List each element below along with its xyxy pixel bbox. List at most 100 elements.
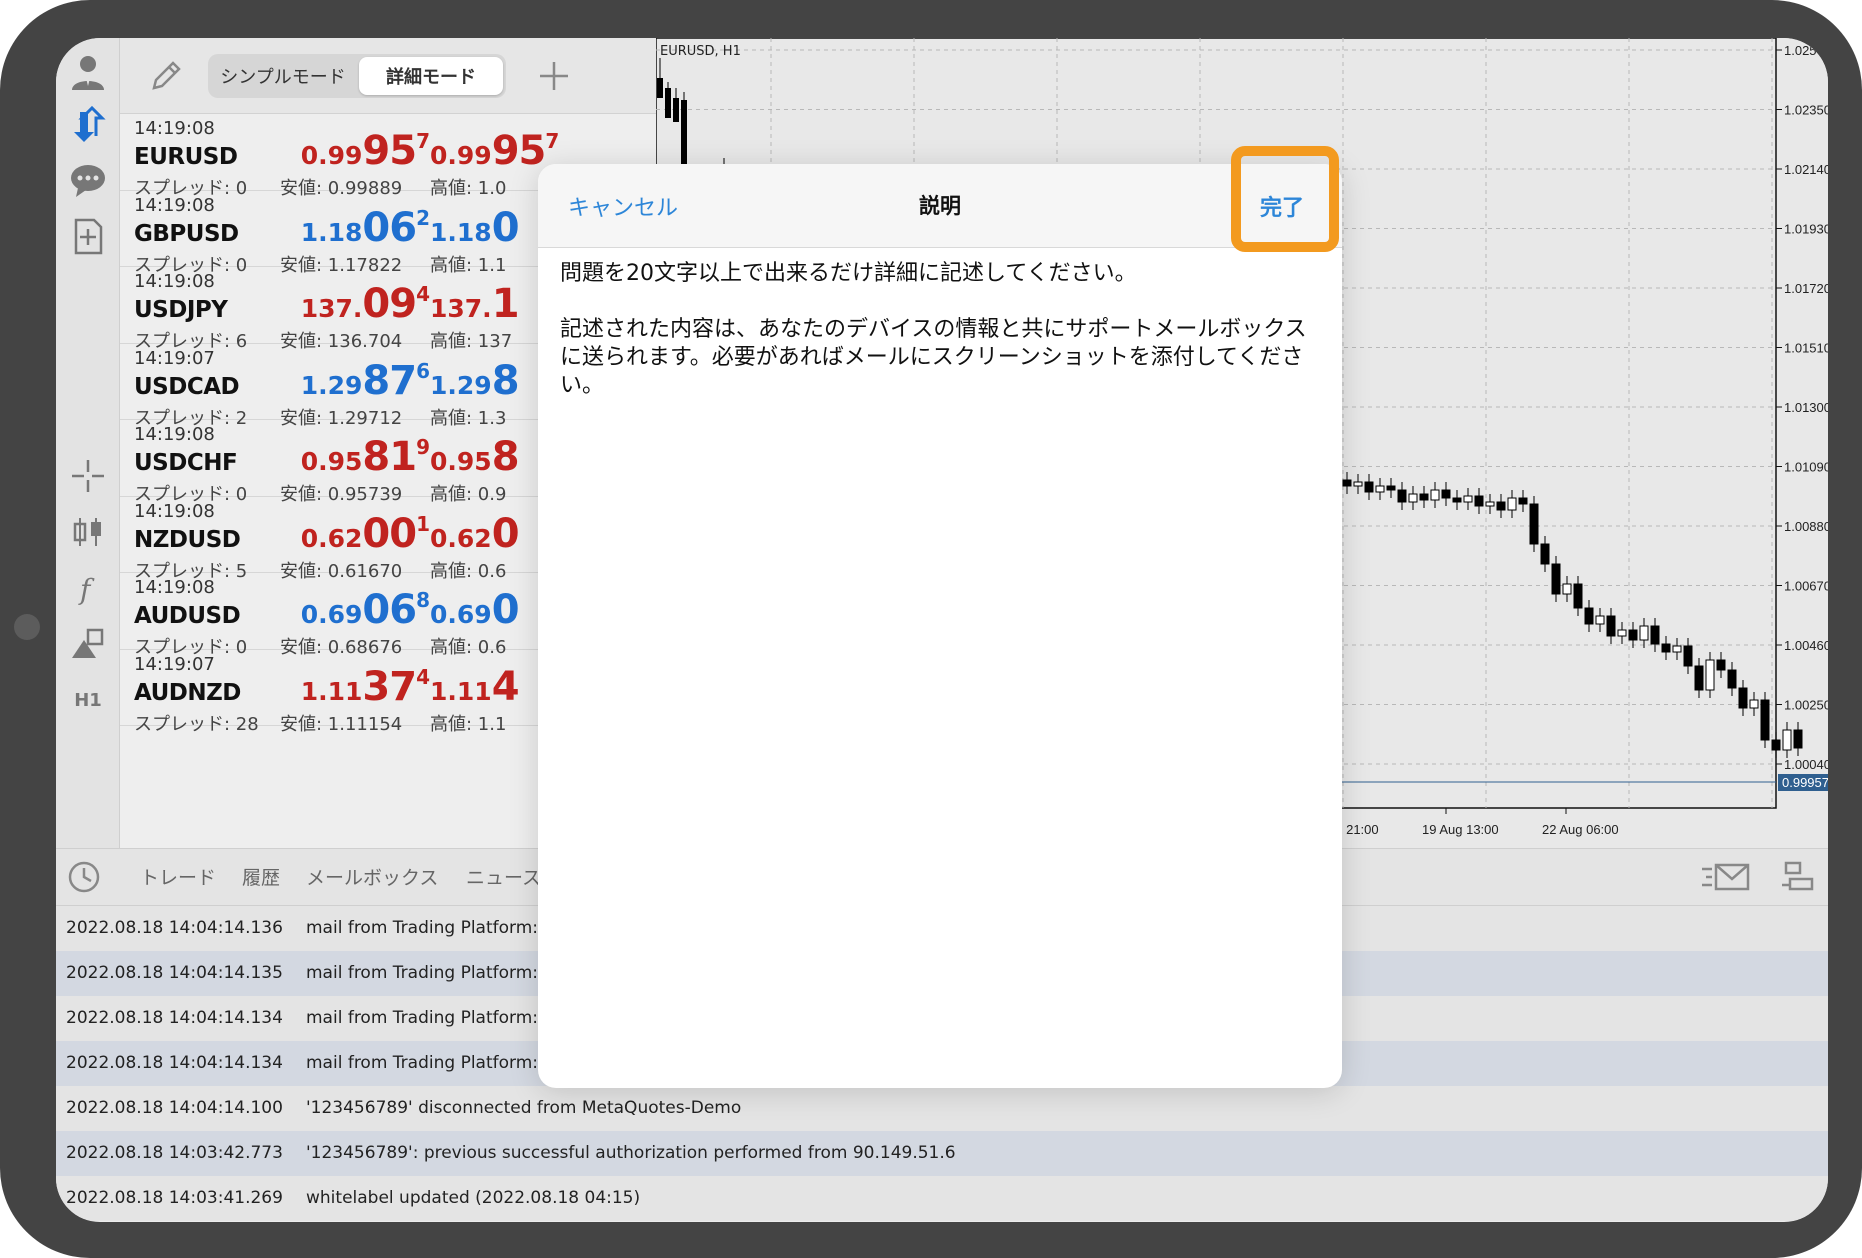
candle [673,98,679,122]
symbol-name: USDJPY [134,297,228,323]
journal-row[interactable]: 2022.08.18 14:04:14.100 '123456789' disco… [56,1086,1828,1131]
candle [1342,479,1352,487]
ask-price-pips: 8 [491,434,520,480]
candle [1485,501,1495,507]
candle [1661,643,1671,653]
bid-price-pips: 95 [362,128,417,174]
symbol-name: AUDNZD [134,679,241,706]
price-label: 1.00460 [1784,638,1828,653]
price-label: 1.00880 [1784,519,1828,534]
candle [1463,495,1473,503]
candle [657,78,663,98]
quote-time: 14:19:08 [134,424,215,445]
description-text-area[interactable]: 問題を20文字以上で出来るだけ詳細に記述してください。 記述された内容は、あなた… [560,260,1320,400]
bid-price-point: 4 [416,664,430,689]
ask-price-prefix: 1.29 [430,370,492,400]
dialog-header: キャンセル 説明 完了 [538,164,1342,248]
left-toolbar: f H1 [56,38,120,848]
journal-message: '123456789': previous successful authori… [306,1143,956,1163]
ask-price-point: 7 [545,129,560,153]
candles-icon[interactable] [60,504,116,560]
svg-text:f: f [78,573,95,606]
candle [1683,645,1693,667]
bid-price-pips: 00 [362,510,417,557]
ask-price-prefix: 1.11 [430,676,492,706]
time-label: 22 Aug 06:00 [1542,822,1619,837]
crosshair-icon[interactable] [60,448,116,504]
candle [1584,607,1594,625]
journal-message: mail from Trading Platform: [306,963,538,983]
quotes-icon[interactable] [60,96,116,152]
ask-price-pips: 1 [491,281,520,327]
bid-price: 0.99957 [280,128,430,174]
ask-price-prefix: 1.18 [430,217,492,247]
ask-price-pips: 8 [491,357,520,404]
price-label: 1.01090 [1784,460,1828,475]
add-symbol-icon[interactable] [534,56,574,96]
price-label: 1.01300 [1784,400,1828,415]
journal-time: 2022.08.18 14:03:41.269 [66,1188,283,1208]
candle [1716,659,1726,671]
camera [14,614,40,640]
journal-row[interactable]: 2022.08.18 14:03:42.773 '123456789': prev… [56,1131,1828,1176]
journal-row[interactable]: 2022.08.18 14:03:41.269 whitelabel update… [56,1176,1828,1221]
price-label: 1.01510 [1784,341,1828,356]
candle [1705,659,1715,691]
current-price-label: 0.99957 [1782,775,1828,790]
journal-time: 2022.08.18 14:04:14.134 [66,1053,283,1073]
tab-trade[interactable]: トレード [140,863,216,890]
tab-history[interactable]: 履歴 [242,863,280,890]
candle [1606,615,1616,637]
candle [1375,485,1385,493]
simple-mode-tab[interactable]: シンプルモード [211,57,355,95]
bid-price: 0.62001 [280,511,430,557]
journal-message: mail from Trading Platform: [306,918,538,938]
new-order-icon[interactable] [60,208,116,264]
objects-icon[interactable] [60,616,116,672]
symbol-name: NZDUSD [134,526,241,553]
candle [1452,497,1462,503]
timeframe-icon[interactable]: H1 [60,672,116,728]
layout-icon[interactable] [1780,859,1816,895]
quote-time: 14:19:08 [134,271,215,292]
account-icon[interactable] [60,44,116,100]
tab-news[interactable]: ニュース [466,863,541,890]
journal-time: 2022.08.18 14:04:14.100 [66,1098,283,1118]
candle [1650,625,1660,645]
low-price: 安値: 1.11154 [280,713,403,735]
journal-message: mail from Trading Platform: [306,1008,538,1028]
bid-price-prefix: 1.18 [300,217,363,247]
bid-price-point: 9 [416,435,430,459]
clock-icon[interactable] [66,859,102,895]
edit-icon[interactable] [146,56,186,96]
bid-price-pips: 09 [362,281,417,327]
candle [1562,583,1572,595]
candle [1474,495,1484,507]
ask-price-prefix: 137. [430,294,492,323]
indicators-icon[interactable]: f [60,560,116,616]
bid-price-point: 8 [416,588,430,612]
price-label: 1.00250 [1784,698,1828,713]
mail-filter-icon[interactable] [1700,861,1750,895]
price-label: 1.02350 [1784,103,1828,118]
quote-time: 14:19:07 [134,653,215,675]
price-label: 1.02560 [1784,43,1828,58]
candle [1397,489,1407,503]
candle [1540,543,1550,565]
mode-segmented-control: シンプルモード 詳細モード [208,54,506,98]
candle [1771,739,1781,751]
symbol-name: EURUSD [134,144,238,170]
journal-message: '123456789' disconnected from MetaQuotes… [306,1098,742,1118]
candle [1639,625,1649,641]
bid-price-prefix: 137. [300,294,363,323]
ask-price-pips: 4 [491,663,520,710]
detail-mode-tab[interactable]: 詳細モード [359,57,503,95]
tab-mailbox[interactable]: メールボックス [306,863,438,890]
candle [1727,669,1737,689]
candle [1617,629,1627,637]
candle [1441,489,1451,499]
candle [1507,497,1517,511]
bid-price-prefix: 0.95 [300,447,363,476]
chat-icon[interactable] [60,152,116,208]
time-label: 19 Aug 13:00 [1422,822,1499,837]
